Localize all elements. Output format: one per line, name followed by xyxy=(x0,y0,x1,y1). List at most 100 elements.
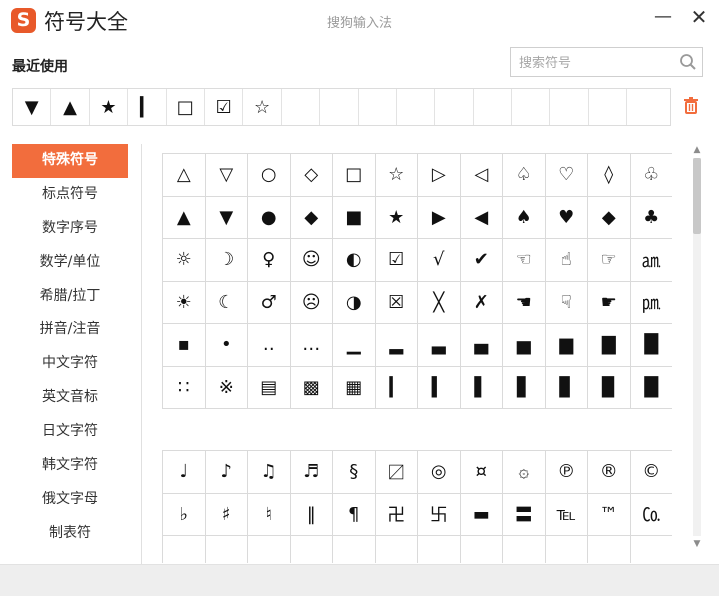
symbol-cell[interactable]: § xyxy=(333,451,376,494)
scroll-thumb[interactable] xyxy=(693,158,701,234)
symbol-cell[interactable]: ▪ xyxy=(163,324,206,367)
scroll-track[interactable] xyxy=(693,158,701,536)
recent-symbol-cell[interactable] xyxy=(397,89,436,125)
recent-symbol-cell[interactable] xyxy=(589,89,628,125)
symbol-cell[interactable]: ☛ xyxy=(588,281,631,324)
symbol-cell[interactable]: ۞ xyxy=(503,451,546,494)
symbol-cell[interactable]: ℡ xyxy=(545,493,588,536)
symbol-cell[interactable]: ☽ xyxy=(205,239,248,282)
vertical-scrollbar[interactable]: ▲ ▼ xyxy=(690,144,704,550)
symbol-cell[interactable] xyxy=(163,536,206,563)
recent-symbol-cell[interactable]: ☑ xyxy=(205,89,244,125)
symbol-cell[interactable] xyxy=(291,536,333,563)
symbol-cell[interactable]: ♤ xyxy=(503,154,546,197)
category-item[interactable]: 俄文字母 xyxy=(12,483,128,517)
symbol-cell[interactable]: ♩ xyxy=(163,451,206,494)
symbol-cell[interactable]: ™ xyxy=(588,493,631,536)
symbol-cell[interactable]: □ xyxy=(333,154,376,197)
symbol-cell[interactable]: ☀ xyxy=(163,281,206,324)
category-item[interactable]: 特殊符号 xyxy=(12,144,128,178)
symbol-cell[interactable]: ▲ xyxy=(163,196,206,239)
symbol-cell[interactable]: ◆ xyxy=(588,196,631,239)
symbol-cell[interactable]: █ xyxy=(630,324,672,367)
symbol-cell[interactable]: ㏂ xyxy=(630,239,672,282)
symbol-cell[interactable]: ▤ xyxy=(248,366,291,409)
symbol-cell[interactable]: ∷ xyxy=(163,366,206,409)
category-item[interactable]: 希腊/拉丁 xyxy=(12,280,128,314)
symbol-cell[interactable]: ▩ xyxy=(290,366,333,409)
recent-symbol-cell[interactable] xyxy=(435,89,474,125)
symbol-cell[interactable]: ☺ xyxy=(290,239,333,282)
symbol-cell[interactable] xyxy=(418,536,461,563)
symbol-cell[interactable]: ☹ xyxy=(290,281,333,324)
symbol-cell[interactable]: ♧ xyxy=(630,154,672,197)
symbol-cell[interactable]: ♡ xyxy=(545,154,588,197)
scroll-up-icon[interactable]: ▲ xyxy=(690,144,704,156)
symbol-cell[interactable]: ¶ xyxy=(333,493,376,536)
recent-symbol-cell[interactable] xyxy=(627,89,670,125)
recent-symbol-cell[interactable]: ☆ xyxy=(243,89,282,125)
symbol-cell[interactable]: ☝ xyxy=(545,239,588,282)
category-item[interactable]: 日文字符 xyxy=(12,415,128,449)
symbol-cell[interactable]: ▅ xyxy=(503,324,546,367)
symbol-cell[interactable]: ◊ xyxy=(588,154,631,197)
category-item[interactable]: 数字序号 xyxy=(12,212,128,246)
symbol-cell[interactable]: ☼ xyxy=(163,239,206,282)
symbol-cell[interactable]: ▷ xyxy=(418,154,461,197)
recent-symbol-cell[interactable] xyxy=(474,89,513,125)
symbol-cell[interactable]: ▃ xyxy=(418,324,461,367)
symbol-cell[interactable]: ▼ xyxy=(205,196,248,239)
symbol-cell[interactable]: ‥ xyxy=(248,324,291,367)
category-item[interactable]: 数学/单位 xyxy=(12,246,128,280)
symbol-cell[interactable]: ★ xyxy=(375,196,418,239)
symbol-cell[interactable]: 卐 xyxy=(418,493,461,536)
symbol-cell[interactable]: ♮ xyxy=(248,493,291,536)
symbol-cell[interactable]: ✗ xyxy=(460,281,503,324)
symbol-cell[interactable]: ◐ xyxy=(333,239,376,282)
trash-icon[interactable] xyxy=(683,96,699,114)
category-item[interactable]: 韩文字符 xyxy=(12,449,128,483)
symbol-cell[interactable]: ® xyxy=(588,451,631,494)
symbol-cell[interactable]: ◇ xyxy=(290,154,333,197)
symbol-cell[interactable]: ◁ xyxy=(460,154,503,197)
symbol-cell[interactable]: █ xyxy=(630,367,672,409)
symbol-cell[interactable]: 〓 xyxy=(503,493,546,536)
symbol-cell[interactable]: … xyxy=(290,324,333,367)
symbol-cell[interactable]: ▇ xyxy=(588,324,631,367)
symbol-cell[interactable]: ☞ xyxy=(588,239,631,282)
symbol-cell[interactable] xyxy=(206,536,248,563)
symbol-cell[interactable]: ▶ xyxy=(418,196,461,239)
symbol-cell[interactable]: ☒ xyxy=(375,281,418,324)
category-item[interactable]: 制表符 xyxy=(12,517,128,551)
recent-symbol-cell[interactable] xyxy=(550,89,589,125)
search-input[interactable] xyxy=(517,52,681,74)
symbol-cell[interactable]: ♪ xyxy=(205,451,248,494)
symbol-cell[interactable]: ☜ xyxy=(503,239,546,282)
symbol-cell[interactable] xyxy=(333,536,376,563)
minimize-button[interactable]: — xyxy=(652,6,674,28)
symbol-cell[interactable] xyxy=(376,536,418,563)
symbol-cell[interactable]: ¤ xyxy=(460,451,503,494)
symbol-cell[interactable]: ▋ xyxy=(503,366,546,409)
recent-symbol-cell[interactable] xyxy=(512,89,551,125)
recent-symbol-cell[interactable] xyxy=(282,89,321,125)
symbol-cell[interactable]: ☆ xyxy=(375,154,418,197)
symbol-cell[interactable]: ‖ xyxy=(290,493,333,536)
symbol-cell[interactable]: ◑ xyxy=(333,281,376,324)
search-icon[interactable] xyxy=(679,53,697,71)
symbol-cell[interactable] xyxy=(503,536,546,563)
symbol-cell[interactable]: ♬ xyxy=(290,451,333,494)
symbol-cell[interactable]: ♂ xyxy=(248,281,291,324)
symbol-cell[interactable]: ▎ xyxy=(375,366,418,409)
symbol-cell[interactable]: ▊ xyxy=(545,366,588,409)
symbol-cell[interactable]: ▉ xyxy=(588,366,631,409)
symbol-cell[interactable]: ● xyxy=(248,196,291,239)
symbol-cell[interactable] xyxy=(631,536,673,563)
symbol-cell[interactable]: ♠ xyxy=(503,196,546,239)
symbol-cell[interactable]: ℗ xyxy=(545,451,588,494)
category-item[interactable]: 标点符号 xyxy=(12,178,128,212)
symbol-cell[interactable]: ☟ xyxy=(545,281,588,324)
symbol-cell[interactable]: ♭ xyxy=(163,493,206,536)
symbol-cell[interactable]: ♯ xyxy=(205,493,248,536)
symbol-cell[interactable] xyxy=(248,536,291,563)
